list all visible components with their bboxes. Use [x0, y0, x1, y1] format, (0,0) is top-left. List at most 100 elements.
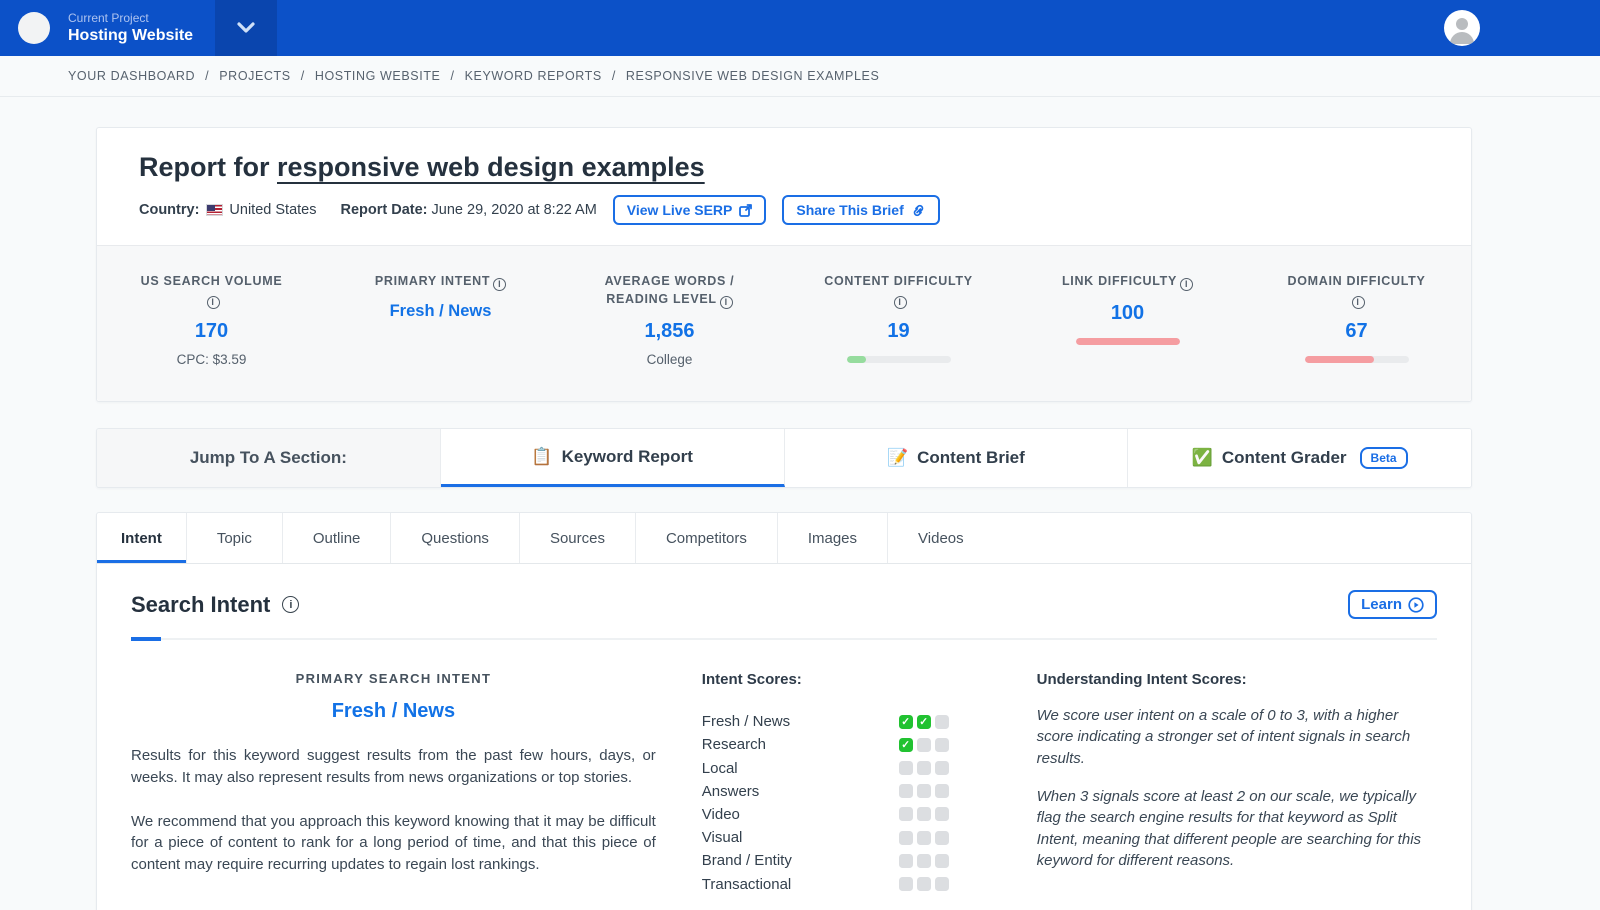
- page-title: Report for responsive web design example…: [139, 152, 1429, 183]
- stats-band: US Search Volume i 170 CPC: $3.59 Primary…: [97, 245, 1471, 402]
- understanding-paragraph-1: We score user intent on a scale of 0 to …: [1036, 707, 1411, 767]
- score-empty-square: [898, 761, 913, 776]
- country-label: Country:: [139, 202, 200, 218]
- report-date-value: June 29, 2020 at 8:22 AM: [431, 202, 597, 218]
- stat-us-search-volume: US Search Volume i 170 CPC: $3.59: [97, 272, 326, 367]
- score-empty-square: [934, 761, 949, 776]
- primary-intent-column: Primary Search Intent Fresh / News Resul…: [131, 671, 656, 896]
- score-row-answers: Answers: [702, 780, 949, 803]
- breadcrumb-dashboard[interactable]: YOUR DASHBOARD: [68, 69, 195, 83]
- score-empty-square: [898, 784, 913, 799]
- stat-label: Content Difficulty: [824, 274, 973, 288]
- jump-content-grader[interactable]: ✅ Content Grader Beta: [1128, 429, 1471, 488]
- score-squares: [898, 761, 949, 776]
- memo-icon: 📝: [886, 448, 909, 468]
- tab-outline[interactable]: Outline: [283, 513, 392, 564]
- score-empty-square: [916, 807, 931, 822]
- stat-primary-intent: Primary Intent i Fresh / News: [326, 272, 555, 367]
- clipboard-icon: 📋: [531, 446, 553, 466]
- section-divider: [131, 637, 1437, 642]
- stat-content-difficulty: Content Difficulty i 19: [784, 272, 1013, 367]
- score-empty-square: [916, 830, 931, 845]
- us-flag-icon: [206, 204, 224, 216]
- keyword-report-card: Intent Topic Outline Questions Sources C…: [96, 512, 1472, 910]
- intent-scores-heading: Intent Scores:: [701, 671, 802, 689]
- understanding-heading: Understanding Intent Scores:: [1036, 671, 1247, 689]
- tab-sources[interactable]: Sources: [520, 513, 636, 564]
- score-squares: ✓: [898, 737, 949, 752]
- intent-paragraph-2: We recommend that you approach this keyw…: [131, 812, 656, 874]
- jump-content-brief[interactable]: 📝 Content Brief: [784, 429, 1129, 488]
- score-row-visual: Visual: [702, 826, 949, 849]
- stat-label: Link Difficulty: [1061, 274, 1178, 288]
- score-empty-square: [898, 830, 913, 845]
- breadcrumb-projects[interactable]: PROJECTS: [219, 69, 290, 83]
- breadcrumb-separator: /: [300, 69, 305, 83]
- difficulty-bar: [1304, 356, 1409, 364]
- search-intent-title: Search Intent: [131, 591, 271, 617]
- tab-intent[interactable]: Intent: [97, 513, 187, 564]
- stat-label: US Search Volume: [140, 274, 283, 288]
- score-empty-square: [916, 853, 931, 868]
- score-empty-square: [898, 853, 913, 868]
- stat-sub: College: [646, 352, 693, 368]
- learn-button[interactable]: Learn: [1348, 590, 1437, 620]
- tab-questions[interactable]: Questions: [391, 513, 520, 564]
- stat-value: 19: [887, 320, 910, 343]
- score-squares: ✓ ✓: [898, 714, 949, 729]
- difficulty-bar: [1075, 338, 1180, 346]
- report-title-prefix: Report for: [139, 152, 277, 182]
- share-brief-button[interactable]: Share This Brief: [782, 195, 940, 225]
- info-icon[interactable]: i: [1180, 278, 1194, 292]
- score-label: Local: [701, 759, 738, 777]
- score-squares: [898, 807, 949, 822]
- view-live-serp-button[interactable]: View Live SERP: [612, 195, 767, 225]
- score-empty-square: [916, 737, 931, 752]
- breadcrumb-separator: /: [611, 69, 616, 83]
- check-mark-icon: ✅: [1191, 448, 1213, 468]
- view-live-serp-label: View Live SERP: [626, 202, 733, 218]
- search-intent-heading: Search Intent i: [131, 591, 300, 618]
- score-empty-square: [898, 807, 913, 822]
- score-label: Brand / Entity: [701, 852, 792, 870]
- report-tabs: Intent Topic Outline Questions Sources C…: [97, 513, 1471, 565]
- breadcrumb-keyword-reports[interactable]: KEYWORD REPORTS: [465, 69, 602, 83]
- current-project: Current Project Hosting Website: [68, 11, 193, 45]
- score-squares: [898, 853, 949, 868]
- stat-label: Domain Difficulty: [1287, 274, 1426, 288]
- info-icon[interactable]: i: [493, 278, 507, 292]
- project-dropdown-button[interactable]: [215, 0, 278, 56]
- jump-keyword-report[interactable]: 📋 Keyword Report: [440, 429, 785, 488]
- tab-images[interactable]: Images: [778, 513, 889, 564]
- jump-section-label: Jump To A Section:: [97, 429, 441, 488]
- stat-value: 170: [194, 320, 229, 343]
- breadcrumb-hosting-website[interactable]: HOSTING WEBSITE: [315, 69, 441, 83]
- chevron-down-icon: [237, 22, 255, 33]
- info-icon[interactable]: i: [1351, 296, 1365, 310]
- stat-value: 100: [1110, 302, 1145, 325]
- user-avatar[interactable]: [1444, 10, 1480, 46]
- primary-search-intent-value: Fresh / News: [331, 700, 456, 723]
- info-icon[interactable]: i: [206, 296, 220, 310]
- tab-topic[interactable]: Topic: [187, 513, 283, 564]
- score-label: Video: [701, 805, 740, 823]
- score-row-local: Local: [702, 757, 949, 780]
- tab-competitors[interactable]: Competitors: [636, 513, 778, 564]
- jump-keyword-report-label: Keyword Report: [561, 446, 693, 466]
- stat-label: Average Words / Reading Level: [604, 274, 735, 307]
- info-icon[interactable]: i: [893, 296, 907, 310]
- tab-videos[interactable]: Videos: [888, 513, 994, 563]
- info-icon[interactable]: i: [282, 596, 300, 614]
- score-empty-square: [934, 807, 949, 822]
- country-value: United States: [229, 202, 317, 218]
- understanding-paragraph-2: When 3 signals score at least 2 on our s…: [1036, 788, 1422, 869]
- stat-domain-difficulty: Domain Difficulty i 67: [1242, 272, 1471, 367]
- score-empty-square: [916, 877, 931, 892]
- score-label: Visual: [701, 829, 743, 847]
- score-empty-square: [934, 784, 949, 799]
- score-row-video: Video: [702, 803, 949, 826]
- score-check-icon: ✓: [898, 714, 913, 729]
- stat-value: 1,856: [644, 320, 695, 343]
- score-squares: [898, 877, 949, 892]
- info-icon[interactable]: i: [719, 296, 733, 310]
